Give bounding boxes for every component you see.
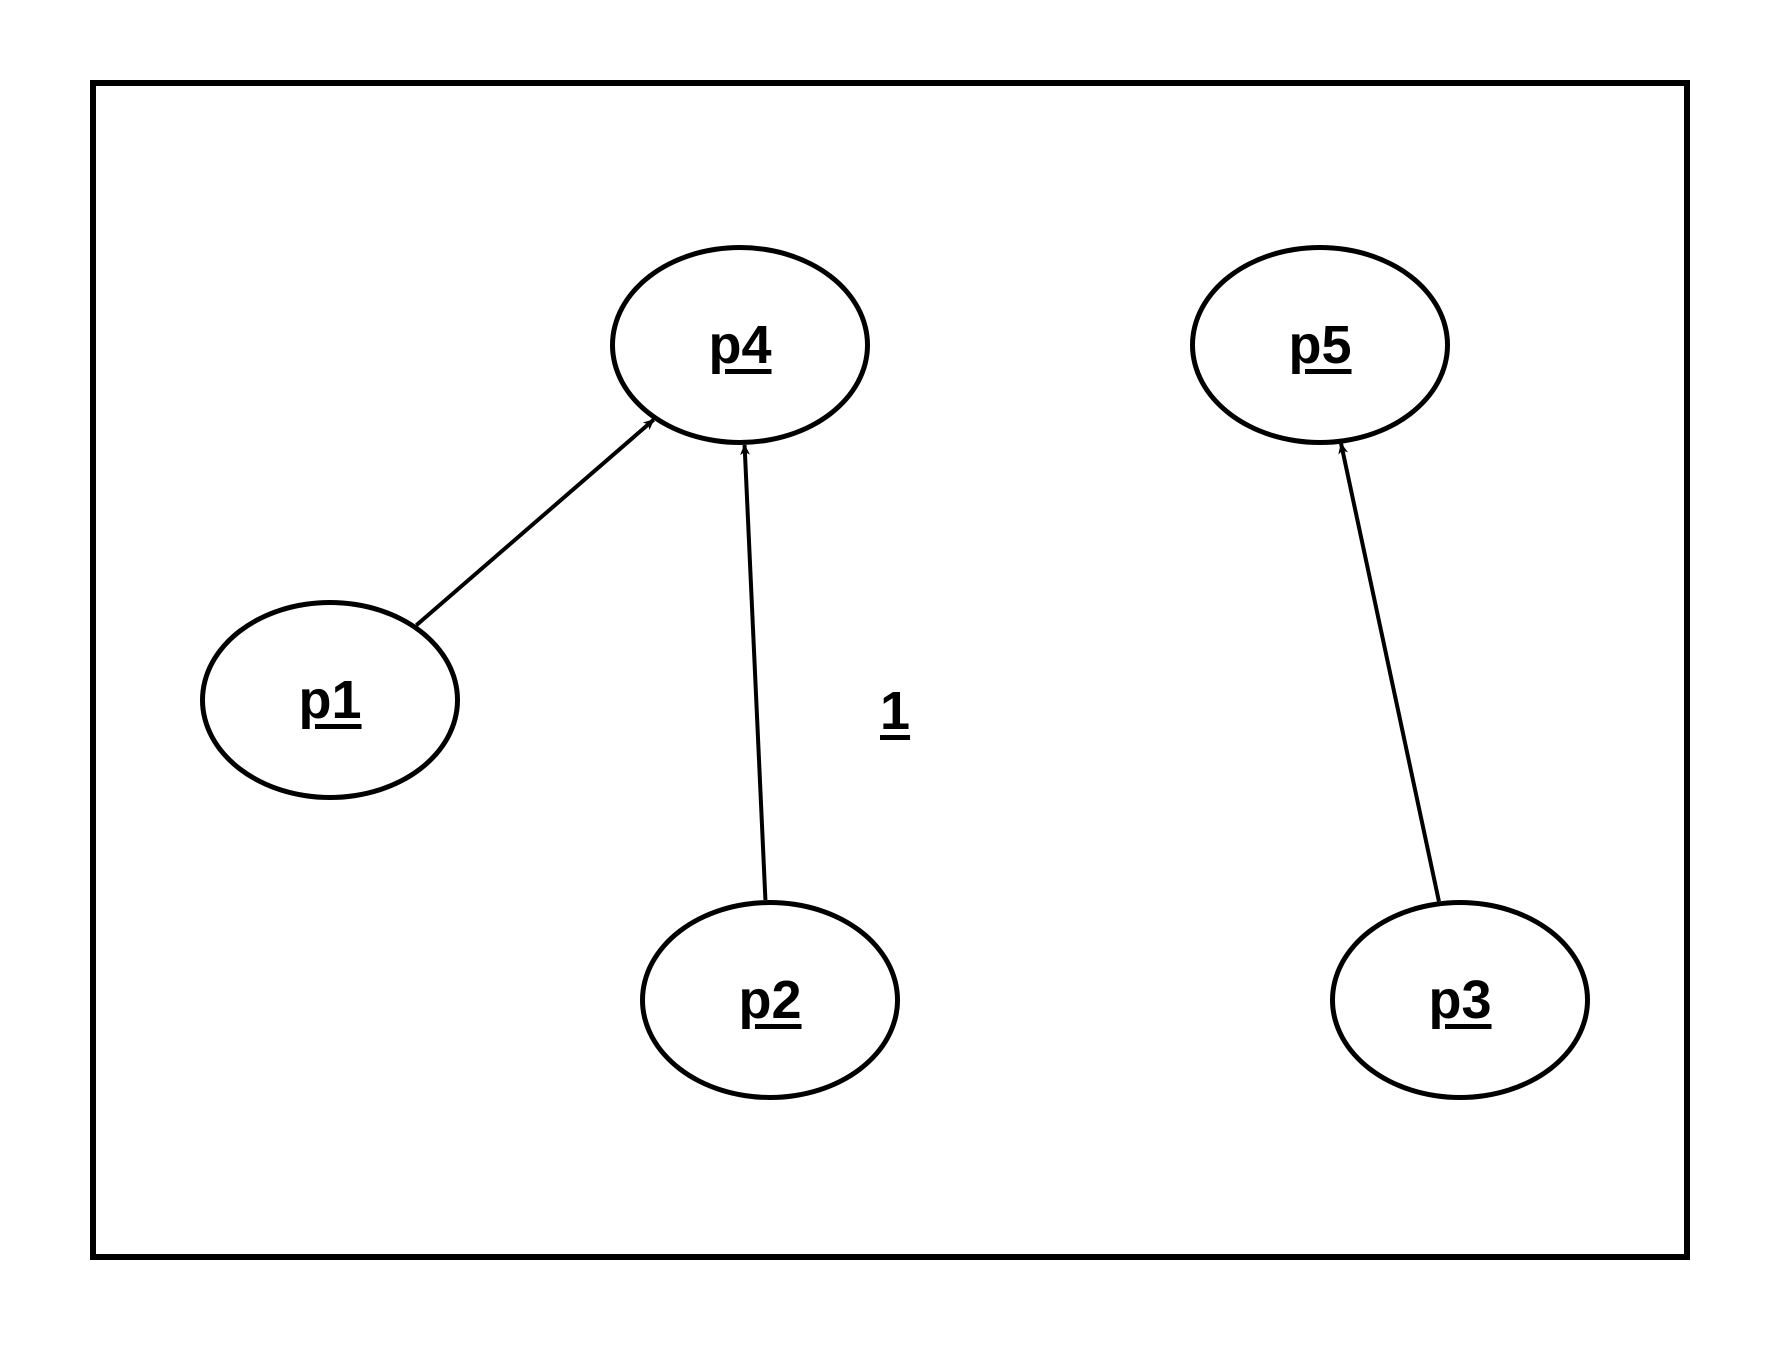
node-p1: p1 [200, 600, 460, 800]
node-p3: p3 [1330, 900, 1590, 1100]
node-p1-label: p1 [298, 673, 361, 727]
edge-p3-p5 [1341, 444, 1439, 902]
node-p2: p2 [640, 900, 900, 1100]
node-p4-label: p4 [708, 318, 771, 372]
node-p2-label: p2 [738, 973, 801, 1027]
node-p5-label: p5 [1288, 318, 1351, 372]
edge-p1-p4 [416, 420, 653, 625]
node-p3-label: p3 [1428, 973, 1491, 1027]
node-p5: p5 [1190, 245, 1450, 445]
figure-number: 1 [880, 680, 910, 742]
diagram-canvas: p1 p2 p3 p4 p5 1 [0, 0, 1778, 1349]
node-p4: p4 [610, 245, 870, 445]
edge-p2-p4 [745, 445, 766, 900]
